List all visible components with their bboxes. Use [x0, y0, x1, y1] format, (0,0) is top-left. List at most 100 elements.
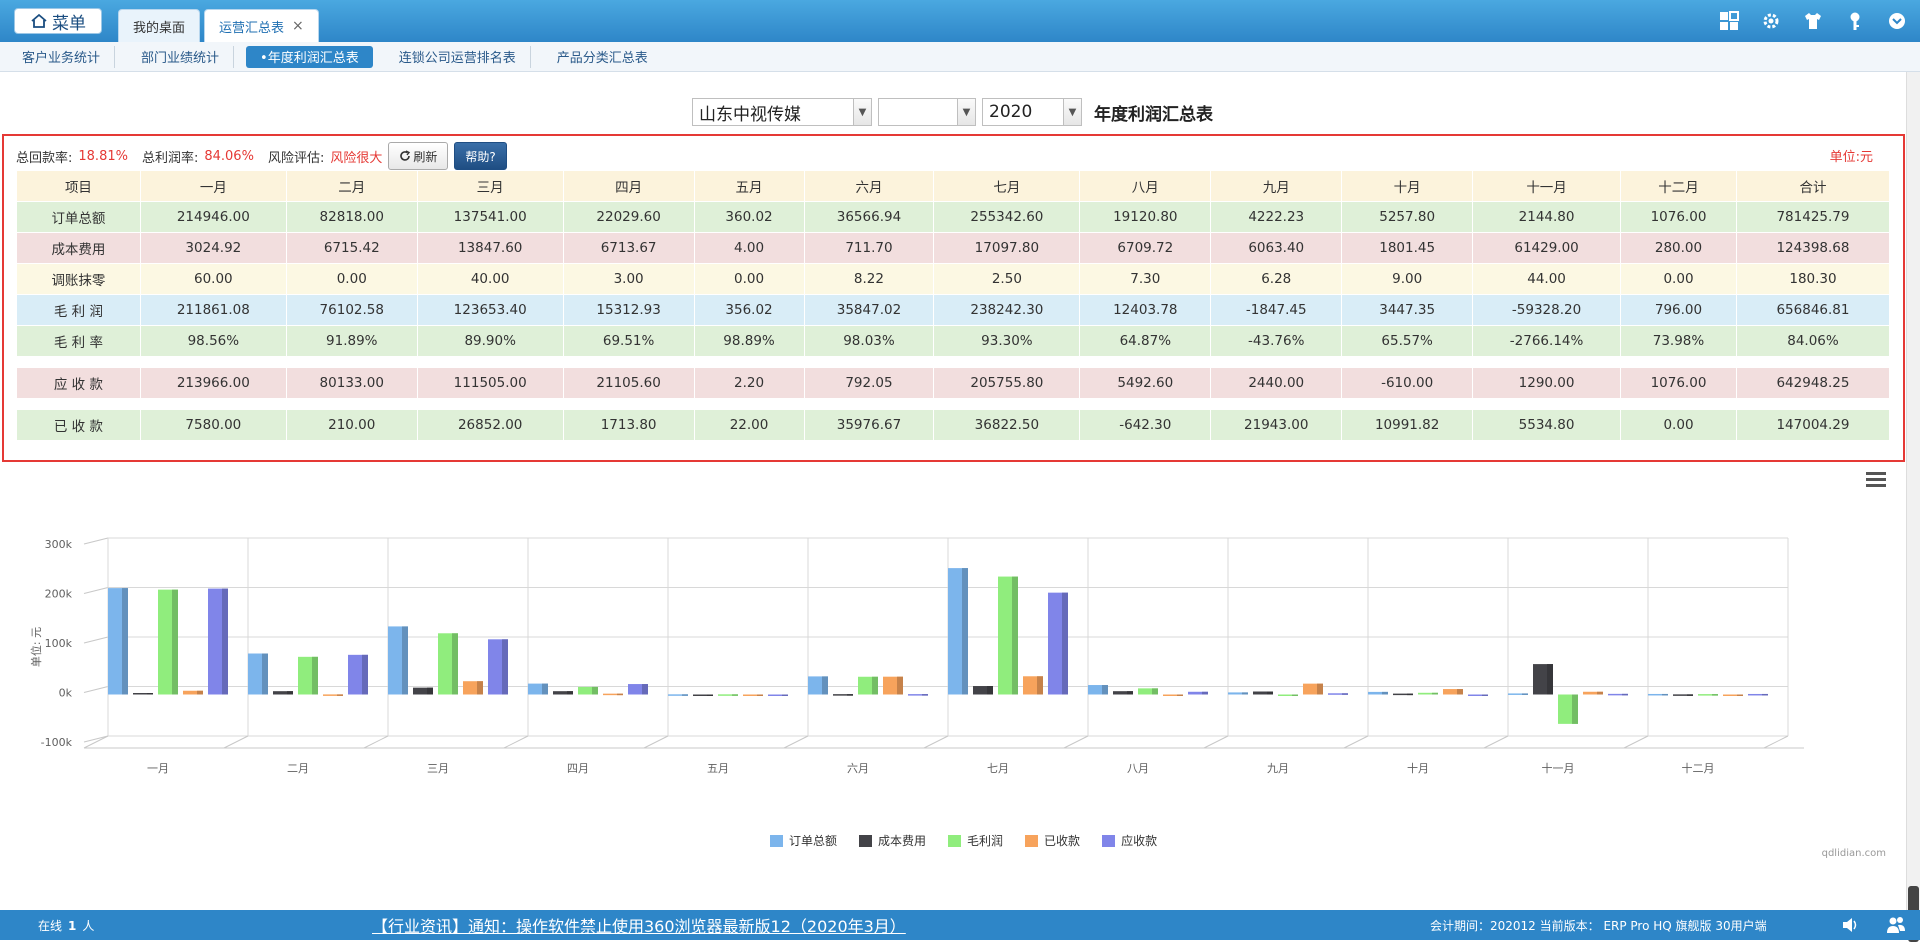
- online-label: 在线: [38, 918, 63, 933]
- y-tick-label: 200k: [45, 588, 73, 601]
- recovery-rate-label: 总回款率:: [16, 150, 73, 166]
- table-cell: 60.00: [139, 263, 287, 295]
- table-cell: -610.00: [1341, 367, 1474, 399]
- top-bar: 菜单 我的桌面 运营汇总表 ×: [0, 0, 1920, 42]
- table-cell: 73.98%: [1620, 325, 1737, 357]
- year-select[interactable]: 2020 ▼: [982, 98, 1082, 126]
- table-cell: 35847.02: [803, 294, 935, 326]
- gridline-diagonal: [83, 587, 109, 594]
- table-cell: 61429.00: [1472, 232, 1622, 264]
- profit-table: 项目 一月 二月 三月 四月 五月 六月 七月 八月 九月 十月 十一月 十二月 合计 订单总额 21494…: [16, 170, 1891, 441]
- chart-legend: 订单总额 成本费用 毛利润 已收款 应收款: [770, 832, 1157, 849]
- subnav-chain-ranking[interactable]: 连锁公司运营排名表: [385, 45, 531, 68]
- chevron-down-icon[interactable]: [1886, 10, 1908, 32]
- table-cell: 65.57%: [1341, 325, 1474, 357]
- table-cell: 19120.80: [1079, 201, 1212, 233]
- legend-swatch: [1025, 834, 1039, 847]
- table-cell: 6715.42: [285, 232, 418, 264]
- tab-operations-summary[interactable]: 运营汇总表 ×: [204, 9, 319, 42]
- profit-rate-label: 总利润率:: [141, 150, 199, 166]
- bar-side-3-2: [592, 686, 598, 695]
- table-cell: 4.00: [693, 232, 805, 264]
- bar-side-5-2: [872, 676, 878, 695]
- table-cell: 1290.00: [1472, 367, 1622, 399]
- legend-swatch: [770, 834, 783, 847]
- legend-item[interactable]: 应收款: [1102, 832, 1157, 849]
- gridline-floor: [783, 735, 809, 749]
- bar-side-8-3: [1317, 683, 1323, 695]
- table-row: 成本费用 3024.92 6715.42 13847.60 6713.67 4.00 711…: [16, 232, 1891, 264]
- sub-navigation: 客户业务统计 部门业绩统计 •年度利润汇总表 连锁公司运营排名表 产品分类汇总表: [0, 42, 1920, 72]
- help-label: 帮助?: [465, 149, 496, 164]
- table-cell: 98.89%: [693, 325, 805, 357]
- close-icon[interactable]: ×: [292, 18, 304, 34]
- table-cell: 0.00: [693, 263, 805, 295]
- table-cell: 180.30: [1735, 263, 1891, 295]
- gear-icon[interactable]: [1760, 10, 1782, 32]
- table-header-cell: 二月: [285, 170, 418, 202]
- news-link[interactable]: 【行业资讯】通知：操作软件禁止使用360浏览器最新版12（2020年3月）: [372, 913, 906, 937]
- bar-side-1-2: [312, 656, 318, 695]
- shirt-icon[interactable]: [1802, 10, 1824, 32]
- online-status: 在线 1 人: [38, 917, 94, 934]
- top-icons: [1718, 10, 1908, 32]
- y-axis-label: 单位: 元: [29, 627, 43, 667]
- table-cell: 210.00: [285, 409, 418, 441]
- gridline-floor: [643, 735, 669, 749]
- legend-label: 成本费用: [878, 834, 927, 848]
- subnav-annual-profit[interactable]: •年度利润汇总表: [246, 45, 373, 68]
- chart-menu-icon[interactable]: [1866, 472, 1886, 490]
- table-cell: 6713.67: [562, 232, 695, 264]
- bar-side-7-3: [1177, 694, 1183, 696]
- bar-side-6-0: [962, 568, 968, 695]
- secondary-select[interactable]: ▼: [878, 98, 976, 126]
- table-cell: 93.30%: [933, 325, 1081, 357]
- bar-chart: -100k 0k 100k 200k 300k 单位: 元一月 二月 三月 四月 五月 六月 七月 八月…: [29, 537, 1804, 775]
- key-icon[interactable]: [1844, 10, 1866, 32]
- company-select[interactable]: 山东中视传媒 ▼: [692, 98, 872, 126]
- year-select-value: 2020: [989, 102, 1033, 122]
- legend-item[interactable]: 已收款: [1025, 832, 1080, 849]
- bar-side-10-4: [1622, 693, 1628, 696]
- speaker-icon[interactable]: [1840, 915, 1860, 935]
- tab-my-desktop[interactable]: 我的桌面: [118, 9, 201, 42]
- risk-value: 风险很大: [330, 150, 383, 166]
- subnav-department-stats[interactable]: 部门业绩统计: [127, 45, 235, 68]
- subnav-product-category[interactable]: 产品分类汇总表: [543, 46, 662, 68]
- legend-item[interactable]: 毛利润: [948, 832, 1003, 849]
- help-button[interactable]: 帮助?: [454, 142, 507, 170]
- x-tick-label: 六月: [847, 762, 869, 775]
- table-header-cell: 一月: [139, 170, 287, 202]
- users-icon[interactable]: [1886, 915, 1906, 935]
- vertical-scrollbar[interactable]: [1906, 72, 1920, 942]
- table-cell: 36822.50: [933, 409, 1081, 441]
- x-tick-label: 九月: [1267, 762, 1289, 775]
- gridline-floor: [1763, 735, 1789, 749]
- gridline-floor: [1623, 735, 1649, 749]
- table-cell: 1076.00: [1620, 201, 1737, 233]
- bar-side-10-2: [1572, 694, 1578, 724]
- table-cell: 3024.92: [139, 232, 287, 264]
- filter-bar: 山东中视传媒 ▼ ▼ 2020 ▼ 年度利润汇总表: [692, 98, 1213, 126]
- legend-item[interactable]: 订单总额: [770, 832, 837, 849]
- table-cell: 6063.40: [1210, 232, 1343, 264]
- subnav-customer-stats[interactable]: 客户业务统计: [8, 45, 116, 68]
- table-cell: 255342.60: [933, 201, 1081, 233]
- table-cell: 15312.93: [562, 294, 695, 326]
- table-cell: 40.00: [416, 263, 564, 295]
- bar-side-1-3: [337, 694, 343, 696]
- legend-item[interactable]: 成本费用: [859, 832, 926, 849]
- bar-side-10-1: [1547, 664, 1553, 695]
- menu-button[interactable]: 菜单: [14, 8, 102, 34]
- grid-add-icon[interactable]: [1718, 10, 1740, 32]
- refresh-button[interactable]: 刷新: [388, 142, 449, 170]
- y-tick-label: 300k: [45, 538, 73, 551]
- table-cell: 781425.79: [1735, 201, 1891, 233]
- bar-side-3-0: [542, 683, 548, 695]
- table-header-cell: 七月: [933, 170, 1081, 202]
- table-cell: 642948.25: [1735, 367, 1891, 399]
- table-cell: 17097.80: [933, 232, 1081, 264]
- table-cell: 123653.40: [416, 294, 564, 326]
- table-header-cell: 八月: [1079, 170, 1212, 202]
- bar-side-11-0: [1662, 693, 1668, 696]
